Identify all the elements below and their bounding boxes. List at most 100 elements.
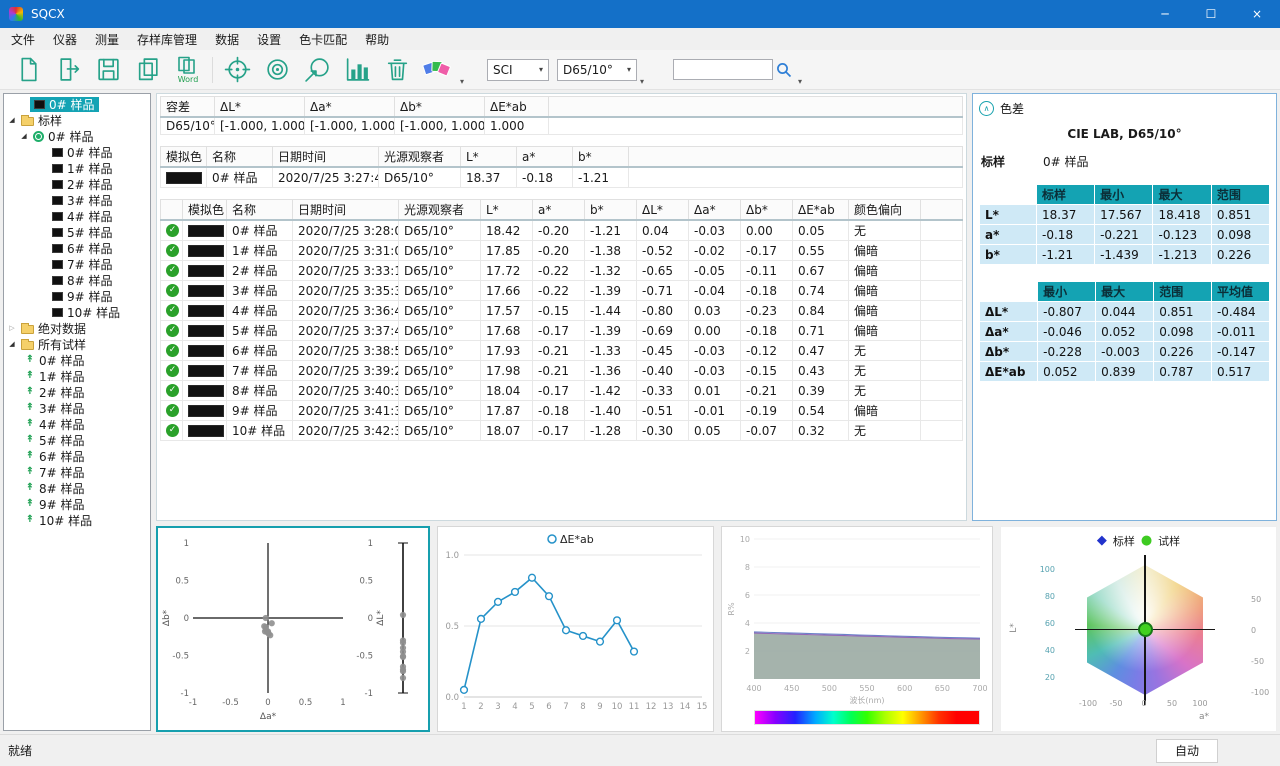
toolbar-overflow-icon[interactable]: ▾ [798, 77, 802, 86]
save-button[interactable] [88, 53, 128, 87]
tolerance-row[interactable]: D65/10°[-1.000, 1.000][-1.000, 1.000][-1… [161, 117, 963, 135]
tree-standard-sample[interactable]: 0# 样品 [4, 144, 150, 160]
menu-item-8[interactable]: 帮助 [356, 28, 398, 50]
sample-row[interactable]: ✓4# 样品2020/7/25 3:36:41D65/10°17.57-0.15… [161, 301, 963, 321]
tree-folder-absolute[interactable]: ▷绝对数据 [4, 320, 150, 336]
tree-standard-sample[interactable]: 6# 样品 [4, 240, 150, 256]
menu-item-1[interactable]: 文件 [2, 28, 44, 50]
sample-row[interactable]: ✓8# 样品2020/7/25 3:40:34D65/10°18.04-0.17… [161, 381, 963, 401]
tree-sample-item[interactable]: ↟1# 样品 [4, 368, 150, 384]
tree-standard-sample[interactable]: 5# 样品 [4, 224, 150, 240]
tree-standard-sample[interactable]: 10# 样品 [4, 304, 150, 320]
search-input[interactable] [673, 59, 773, 80]
delta-e-trend-chart[interactable]: ΔE*ab0.00.51.0123456789101112131415 [437, 526, 714, 732]
sample-row[interactable]: ✓9# 样品2020/7/25 3:41:34D65/10°17.87-0.18… [161, 401, 963, 421]
legend-standard-label: 标样 [1113, 533, 1135, 549]
uparrow-icon: ↟ [25, 371, 35, 381]
new-document-button[interactable] [8, 53, 48, 87]
calibrate-button[interactable] [217, 53, 257, 87]
tree-item-body: 8# 样品 [48, 273, 117, 288]
sci-mode-dropdown[interactable]: SCI ▾ [487, 59, 549, 81]
measure-standard-button[interactable] [257, 53, 297, 87]
tree-standard-sample[interactable]: 7# 样品 [4, 256, 150, 272]
search-button[interactable] [773, 53, 795, 87]
tree-standard-sample[interactable]: 9# 样品 [4, 288, 150, 304]
tree-sample-item[interactable]: ↟4# 样品 [4, 416, 150, 432]
expander-open-icon[interactable]: ◢ [7, 116, 17, 124]
sample-datetime: 2020/7/25 3:39:24 [293, 361, 399, 381]
tree-current-standard[interactable]: 0# 样品 [4, 96, 150, 112]
charts-row: 10.50-0.5-1-1-0.500.51Δb*Δa*10.50-0.5-1Δ… [156, 526, 1277, 732]
menu-item-3[interactable]: 测量 [86, 28, 128, 50]
scatter-chart-svg: 10.50-0.5-1-1-0.500.51Δb*Δa*10.50-0.5-1Δ… [159, 529, 423, 727]
tree-standard-sample[interactable]: 1# 样品 [4, 160, 150, 176]
chart-view-button[interactable] [337, 53, 377, 87]
filler-cell [921, 341, 963, 361]
expander-closed-icon[interactable]: ▷ [7, 324, 17, 332]
sample-row[interactable]: ✓2# 样品2020/7/25 3:33:15D65/10°17.72-0.22… [161, 261, 963, 281]
tree-standard-sample[interactable]: 4# 样品 [4, 208, 150, 224]
delta-scatter-chart[interactable]: 10.50-0.5-1-1-0.500.51Δb*Δa*10.50-0.5-1Δ… [156, 526, 430, 732]
tree-item-body: 9# 样品 [48, 289, 117, 304]
tick-label: 11 [629, 702, 640, 712]
maximize-button[interactable]: ☐ [1188, 0, 1234, 28]
minimize-button[interactable]: ─ [1142, 0, 1188, 28]
menu-item-2[interactable]: 仪器 [44, 28, 86, 50]
auto-mode-button[interactable]: 自动 [1156, 739, 1218, 763]
sample-bias: 无 [849, 421, 921, 441]
illuminant-observer-dropdown[interactable]: D65/10° ▾ [557, 59, 637, 81]
sample-row[interactable]: ✓3# 样品2020/7/25 3:35:30D65/10°17.66-0.22… [161, 281, 963, 301]
standard-row[interactable]: 0# 样品2020/7/25 3:27:48D65/10°18.37-0.18-… [161, 167, 963, 188]
toolbar-overflow-icon[interactable]: ▾ [640, 77, 644, 86]
close-button[interactable]: × [1234, 0, 1280, 28]
uparrow-icon: ↟ [25, 515, 35, 525]
tree-sample-item[interactable]: ↟5# 样品 [4, 432, 150, 448]
tree-standard-sample[interactable]: 2# 样品 [4, 176, 150, 192]
spectral-reflectance-chart[interactable]: 246810R%400450500550600650700波长(nm) [721, 526, 993, 732]
copy-to-word-button[interactable]: Word [168, 53, 208, 87]
export-button[interactable] [48, 53, 88, 87]
sample-b: -1.28 [585, 421, 637, 441]
a-tick-label: 100 [1188, 699, 1212, 708]
expander-open-icon[interactable]: ◢ [7, 340, 17, 348]
new-document-icon [15, 56, 42, 83]
tree-sample-item[interactable]: ↟7# 样品 [4, 464, 150, 480]
tree-standard-sample[interactable]: 8# 样品 [4, 272, 150, 288]
color-palette-button[interactable] [417, 53, 457, 87]
sample-dE: 0.55 [793, 241, 849, 261]
tree-sample-item[interactable]: ↟6# 样品 [4, 448, 150, 464]
tree-sample-item[interactable]: ↟0# 样品 [4, 352, 150, 368]
delete-button[interactable] [377, 53, 417, 87]
tree-sample-item[interactable]: ↟3# 样品 [4, 400, 150, 416]
tree-sample-item[interactable]: ↟10# 样品 [4, 512, 150, 528]
toolbar-overflow-icon[interactable]: ▾ [460, 77, 464, 86]
sample-row[interactable]: ✓0# 样品2020/7/25 3:28:09D65/10°18.42-0.20… [161, 220, 963, 241]
menu-item-6[interactable]: 设置 [248, 28, 290, 50]
menu-item-4[interactable]: 存样库管理 [128, 28, 206, 50]
measure-sample-button[interactable] [297, 53, 337, 87]
tree-folder-standard[interactable]: ◢标样 [4, 112, 150, 128]
sample-dE: 0.39 [793, 381, 849, 401]
menu-item-5[interactable]: 数据 [206, 28, 248, 50]
tree-folder-samples[interactable]: ◢所有试样 [4, 336, 150, 352]
collapse-panel-button[interactable]: ∧ [979, 101, 994, 116]
sample-row[interactable]: ✓7# 样品2020/7/25 3:39:24D65/10°17.98-0.21… [161, 361, 963, 381]
sample-row[interactable]: ✓5# 样品2020/7/25 3:37:41D65/10°17.68-0.17… [161, 321, 963, 341]
tree-sample-item[interactable]: ↟2# 样品 [4, 384, 150, 400]
tick-label: 1 [368, 539, 373, 549]
tree-standard-sample[interactable]: 3# 样品 [4, 192, 150, 208]
swatch-cell [161, 167, 207, 188]
tree-item-body: 5# 样品 [48, 225, 117, 240]
tick-label: 2 [478, 702, 483, 712]
tree-standard-root[interactable]: ◢0# 样品 [4, 128, 150, 144]
tree-sample-item[interactable]: ↟8# 样品 [4, 480, 150, 496]
tree-sample-item[interactable]: ↟9# 样品 [4, 496, 150, 512]
sample-row[interactable]: ✓6# 样品2020/7/25 3:38:50D65/10°17.93-0.21… [161, 341, 963, 361]
expander-open-icon[interactable]: ◢ [19, 132, 29, 140]
cie-lab-chart[interactable]: ◆标样●试样L*10080604020500-50-100-100-500501… [1000, 526, 1277, 732]
content-column: 容差ΔL*Δa*Δb*ΔE*abD65/10°[-1.000, 1.000][-… [156, 93, 1277, 734]
menu-item-7[interactable]: 色卡匹配 [290, 28, 356, 50]
sample-row[interactable]: ✓1# 样品2020/7/25 3:31:07D65/10°17.85-0.20… [161, 241, 963, 261]
sample-row[interactable]: ✓10# 样品2020/7/25 3:42:32D65/10°18.07-0.1… [161, 421, 963, 441]
copy-button[interactable] [128, 53, 168, 87]
